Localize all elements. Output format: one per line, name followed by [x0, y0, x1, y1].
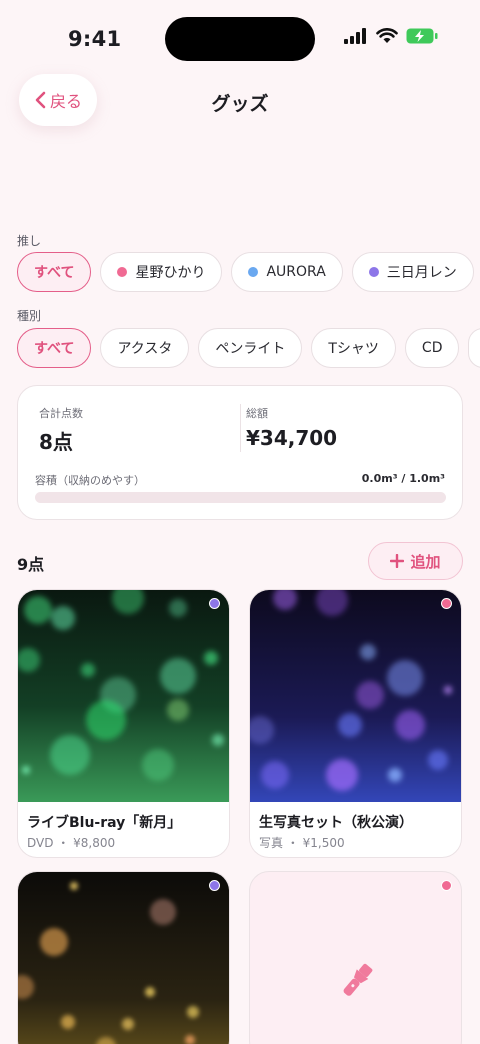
- summary-divider: [240, 404, 241, 452]
- add-item-button[interactable]: 追加: [368, 542, 463, 580]
- page-title: グッズ: [211, 93, 269, 115]
- oshi-chip-mikazuki-ren[interactable]: 三日月レン: [351, 252, 474, 292]
- oshi-chip-hoshino-hikari[interactable]: 星野ひかり: [100, 252, 223, 292]
- chip-label: すべて: [34, 341, 75, 357]
- total-amount-label: 総額: [246, 407, 268, 420]
- oshi-color-dot: [209, 598, 220, 609]
- wifi-icon: [376, 28, 398, 43]
- kind-chip-tshirt[interactable]: Tシャツ: [311, 328, 396, 368]
- chip-label: 星野ひかり: [135, 265, 206, 281]
- total-amount-value: ¥34,700: [246, 426, 338, 450]
- oshi-color-dot: [209, 880, 220, 891]
- chip-label: アクスタ: [117, 341, 173, 357]
- chip-label: AURORA: [266, 264, 326, 280]
- item-thumbnail-green-bokeh: [18, 590, 229, 802]
- chip-label: CD: [421, 340, 443, 356]
- kind-filter-chips: すべて アクスタ ペンライト Tシャツ CD: [17, 328, 480, 368]
- oshi-chip-aurora[interactable]: AURORA: [231, 252, 343, 292]
- chip-label: ペンライト: [215, 341, 286, 357]
- battery-icon: [406, 28, 438, 44]
- item-card[interactable]: ライブBlu-ray「新月」 DVD ・ ¥8,800: [17, 589, 230, 858]
- volume-value: 0.0m³ / 1.0m³: [361, 472, 445, 485]
- item-meta: 写真 ・ ¥1,500: [259, 836, 345, 850]
- oshi-filter-label: 推し: [17, 234, 42, 248]
- status-time: 9:41: [68, 27, 122, 51]
- penlight-icon: [343, 963, 373, 996]
- oshi-color-dot: [248, 267, 259, 277]
- chip-label: すべて: [34, 265, 75, 281]
- kind-filter-label: 種別: [17, 309, 42, 323]
- summary-card: 合計点数 8点 総額 ¥34,700 容積（収納のめやす） 0.0m³ / 1.…: [17, 385, 463, 520]
- item-card[interactable]: [17, 871, 230, 1044]
- total-count-value: 8点: [39, 430, 73, 454]
- oshi-color-dot: [368, 267, 379, 277]
- items-count: 9点: [17, 555, 45, 574]
- kind-chip-penlight[interactable]: ペンライト: [198, 328, 303, 368]
- total-count-label: 合計点数: [39, 407, 83, 420]
- status-icons: [344, 28, 438, 44]
- item-name: 生写真セット（秋公演）: [259, 815, 413, 831]
- oshi-color-dot: [441, 880, 452, 891]
- item-meta: DVD ・ ¥8,800: [27, 836, 116, 850]
- kind-chip-cd[interactable]: CD: [404, 328, 460, 368]
- item-thumbnail-gold-bokeh: [18, 872, 229, 1044]
- kind-chip-all[interactable]: すべて: [17, 328, 92, 368]
- item-card[interactable]: [249, 871, 462, 1044]
- item-name: ライブBlu-ray「新月」: [27, 815, 182, 831]
- signal-icon: [344, 28, 366, 44]
- chip-label: Tシャツ: [328, 341, 379, 357]
- volume-progress-bar: [35, 492, 446, 503]
- chip-label: 三日月レン: [386, 265, 457, 281]
- status-bar: 9:41: [0, 0, 480, 78]
- dynamic-island: [165, 17, 315, 61]
- kind-chip-more[interactable]: [468, 328, 480, 368]
- add-item-label: 追加: [410, 552, 441, 571]
- oshi-color-dot: [441, 598, 452, 609]
- plus-icon: [390, 554, 405, 568]
- oshi-color-dot: [117, 267, 128, 277]
- item-card[interactable]: 生写真セット（秋公演） 写真 ・ ¥1,500: [249, 589, 462, 858]
- oshi-chip-all[interactable]: すべて: [17, 252, 92, 292]
- kind-chip-acrylic-stand[interactable]: アクスタ: [100, 328, 190, 368]
- item-thumbnail-purple-bokeh: [250, 590, 461, 802]
- oshi-filter-chips: すべて 星野ひかり AURORA 三日月レン: [17, 252, 474, 292]
- volume-label: 容積（収納のめやす）: [35, 474, 145, 487]
